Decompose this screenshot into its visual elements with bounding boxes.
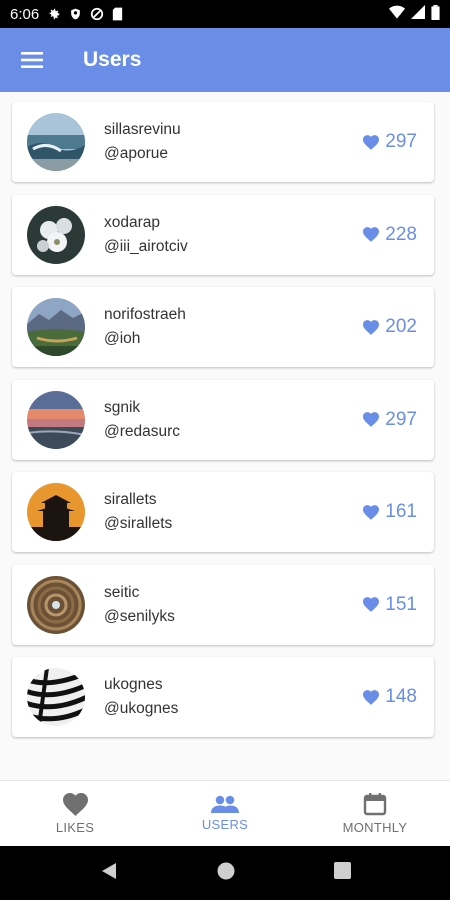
avatar bbox=[27, 205, 85, 264]
like-count: 161 bbox=[363, 501, 417, 523]
like-count: 228 bbox=[363, 224, 417, 246]
heart-icon bbox=[363, 227, 380, 242]
like-count: 148 bbox=[363, 686, 417, 708]
user-handle: @redasurc bbox=[104, 422, 181, 440]
nav-item-monthly[interactable]: MONTHLY bbox=[300, 781, 450, 846]
like-count-value: 297 bbox=[385, 131, 417, 152]
like-count-value: 202 bbox=[385, 316, 417, 337]
like-count-value: 151 bbox=[385, 593, 417, 615]
avatar bbox=[27, 575, 85, 634]
sd-card-icon bbox=[112, 7, 123, 21]
recents-square-icon bbox=[333, 862, 351, 879]
user-name: ukognes bbox=[104, 676, 163, 693]
nav-label: LIKES bbox=[55, 819, 95, 835]
hamburger-menu-icon bbox=[21, 52, 43, 68]
heart-icon bbox=[363, 597, 380, 612]
user-card[interactable]: sirallets @sirallets 161 bbox=[12, 472, 434, 552]
status-bar: 6:06 bbox=[0, 0, 450, 28]
user-name: sillasrevinu bbox=[104, 121, 181, 138]
like-count: 151 bbox=[363, 594, 417, 616]
heart-icon bbox=[363, 134, 380, 150]
user-handle: @aporue bbox=[104, 145, 168, 162]
like-count: 297 bbox=[363, 409, 417, 431]
like-count: 202 bbox=[363, 316, 417, 338]
avatar bbox=[27, 483, 85, 541]
heart-icon bbox=[363, 689, 380, 705]
user-card[interactable]: sgnik @redasurc 297 bbox=[12, 379, 434, 460]
home-button[interactable] bbox=[217, 862, 235, 885]
data-saver-icon bbox=[90, 7, 104, 21]
user-name: seitic bbox=[104, 583, 140, 601]
user-handle: @senilyks bbox=[104, 607, 175, 625]
user-handle: @ioh bbox=[104, 330, 141, 347]
menu-button[interactable] bbox=[0, 28, 64, 92]
like-count: 297 bbox=[363, 131, 417, 153]
like-count-value: 161 bbox=[385, 501, 417, 522]
user-handle: @sirallets bbox=[104, 515, 173, 532]
system-navigation-bar bbox=[0, 846, 450, 900]
back-button[interactable] bbox=[100, 862, 118, 885]
avatar bbox=[27, 390, 85, 449]
settings-icon bbox=[47, 7, 61, 21]
heart-icon bbox=[363, 319, 380, 335]
like-count-value: 297 bbox=[385, 408, 417, 430]
bottom-navigation: LIKES USERS MONTHLY bbox=[0, 780, 450, 846]
heart-icon bbox=[62, 792, 88, 816]
user-card[interactable]: ukognes @ukognes 148 bbox=[12, 657, 434, 737]
nav-item-users[interactable]: USERS bbox=[150, 781, 300, 846]
avatar bbox=[27, 298, 85, 356]
avatar bbox=[27, 668, 85, 726]
wifi-icon bbox=[389, 5, 405, 23]
user-card[interactable]: sillasrevinu @aporue 297 bbox=[12, 102, 434, 182]
home-circle-icon bbox=[217, 862, 234, 879]
avatar bbox=[27, 113, 85, 171]
shield-icon bbox=[69, 7, 82, 21]
user-card[interactable]: seitic @senilyks 151 bbox=[12, 564, 434, 645]
status-time: 6:06 bbox=[10, 5, 40, 23]
user-name: sgnik bbox=[104, 398, 141, 416]
like-count-value: 228 bbox=[385, 223, 417, 245]
calendar-icon bbox=[363, 793, 387, 816]
battery-icon bbox=[431, 4, 440, 24]
user-card[interactable]: norifostraeh @ioh 202 bbox=[12, 287, 434, 367]
heart-icon bbox=[363, 504, 380, 520]
signal-icon bbox=[411, 5, 425, 23]
nav-label: MONTHLY bbox=[342, 820, 408, 835]
user-handle: @iii_airotciv bbox=[104, 237, 188, 255]
recents-button[interactable] bbox=[333, 862, 351, 884]
user-name: sirallets bbox=[104, 491, 157, 508]
app-bar: Users bbox=[0, 28, 450, 92]
like-count-value: 148 bbox=[385, 686, 417, 707]
nav-item-likes[interactable]: LIKES bbox=[0, 781, 150, 846]
user-handle: @ukognes bbox=[104, 700, 179, 717]
user-list: sillasrevinu @aporue 297 xodarap @iii_ai… bbox=[12, 102, 434, 750]
nav-label: USERS bbox=[201, 817, 249, 832]
user-card[interactable]: xodarap @iii_airotciv 228 bbox=[12, 194, 434, 275]
page-title: Users bbox=[83, 48, 142, 71]
heart-icon bbox=[363, 412, 380, 427]
user-name: xodarap bbox=[104, 213, 161, 231]
back-triangle-icon bbox=[101, 862, 116, 879]
people-icon bbox=[211, 795, 239, 813]
user-name: norifostraeh bbox=[104, 306, 186, 323]
